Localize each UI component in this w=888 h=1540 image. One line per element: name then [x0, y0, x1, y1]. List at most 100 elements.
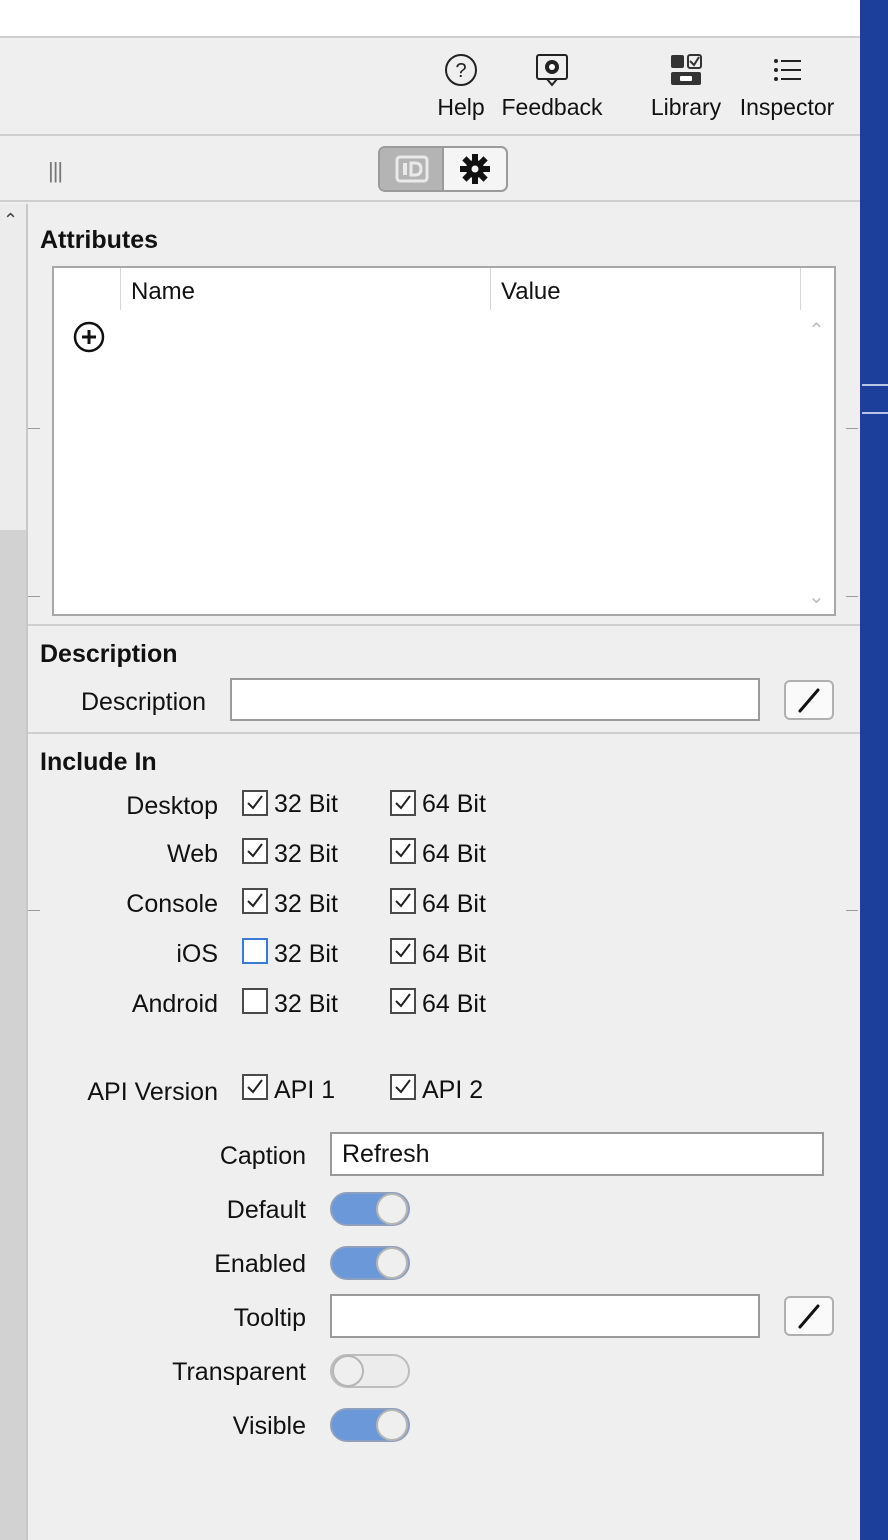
- android-64bit-checkbox[interactable]: [390, 988, 416, 1014]
- desktop-32bit-label: 32 Bit: [274, 790, 338, 818]
- default-label: Default: [226, 1196, 306, 1224]
- description-label: Description: [80, 688, 206, 716]
- chevron-up-icon[interactable]: ⌃: [3, 210, 18, 231]
- console-32bit-label: 32 Bit: [274, 890, 338, 918]
- inspector-label: Inspector: [739, 94, 835, 120]
- feedback-button[interactable]: Feedback: [500, 52, 604, 121]
- ios-32bit-label: 32 Bit: [274, 940, 338, 968]
- api-version-label: API Version: [87, 1078, 218, 1106]
- scroll-up-icon[interactable]: ⌃: [808, 318, 825, 343]
- edge-tick: [846, 428, 858, 429]
- feedback-label: Feedback: [501, 94, 603, 120]
- library-icon: [671, 54, 702, 85]
- desktop-32bit-checkbox[interactable]: [242, 790, 268, 816]
- console-64bit-label: 64 Bit: [422, 890, 486, 918]
- help-button[interactable]: ? Help: [432, 52, 490, 121]
- checkmark-icon: [247, 843, 263, 858]
- id-card-icon: [395, 155, 429, 183]
- checkmark-icon: [395, 993, 411, 1008]
- toolbar: ? Help Feedback Library Inspector: [0, 40, 860, 136]
- inspector-subbar: |||: [0, 138, 860, 202]
- enabled-label: Enabled: [214, 1250, 306, 1278]
- ios-64bit-label: 64 Bit: [422, 940, 486, 968]
- drag-handle[interactable]: |||: [48, 158, 63, 184]
- description-edit-button[interactable]: [784, 680, 834, 720]
- right-edge-line: [862, 384, 888, 386]
- pencil-icon: [798, 1304, 820, 1329]
- android-32bit-checkbox[interactable]: [242, 988, 268, 1014]
- web-64bit-checkbox[interactable]: [390, 838, 416, 864]
- ios-32bit-checkbox[interactable]: [242, 938, 268, 964]
- attributes-heading: Attributes: [40, 226, 159, 254]
- section-divider: [28, 732, 860, 734]
- advanced-tab[interactable]: [444, 148, 506, 190]
- id-tab[interactable]: [380, 148, 444, 190]
- attributes-table[interactable]: Name Value ⌃ ⌄: [52, 266, 836, 616]
- scroll-down-icon[interactable]: ⌄: [808, 584, 825, 609]
- android-64bit-label: 64 Bit: [422, 990, 486, 1018]
- help-icon: ?: [445, 54, 477, 86]
- left-scrollbar-track[interactable]: [0, 530, 26, 1540]
- include-in-heading: Include In: [40, 748, 157, 776]
- section-divider: [28, 624, 860, 626]
- api1-label: API 1: [274, 1076, 336, 1104]
- caption-label: Caption: [219, 1142, 306, 1170]
- toggle-knob: [376, 1247, 408, 1279]
- platform-label-desktop: Desktop: [126, 792, 218, 820]
- right-edge-line: [862, 412, 888, 414]
- visible-label: Visible: [232, 1412, 306, 1440]
- feedback-icon: [536, 54, 568, 87]
- add-attribute-button[interactable]: [72, 320, 106, 359]
- transparent-toggle[interactable]: [330, 1354, 410, 1388]
- checkmark-icon: [395, 943, 411, 958]
- plus-circle-icon: [73, 321, 105, 353]
- enabled-toggle[interactable]: [330, 1246, 410, 1280]
- console-32bit-checkbox[interactable]: [242, 888, 268, 914]
- web-32bit-checkbox[interactable]: [242, 838, 268, 864]
- platform-label-ios: iOS: [176, 940, 218, 968]
- api2-checkbox[interactable]: [390, 1074, 416, 1100]
- edge-tick: [28, 910, 40, 911]
- inspector-button[interactable]: Inspector: [736, 52, 838, 121]
- column-header-value[interactable]: Value: [490, 268, 800, 310]
- api2-label: API 2: [422, 1076, 484, 1104]
- web-32bit-label: 32 Bit: [274, 840, 338, 868]
- library-button[interactable]: Library: [646, 52, 726, 121]
- pencil-icon: [798, 688, 820, 713]
- caption-field[interactable]: Refresh: [330, 1132, 824, 1176]
- platform-label-web: Web: [167, 840, 218, 868]
- title-strip: [0, 0, 860, 38]
- toggle-knob: [332, 1355, 364, 1387]
- console-64bit-checkbox[interactable]: [390, 888, 416, 914]
- inspector-icon: [774, 59, 801, 81]
- tooltip-field[interactable]: [330, 1294, 760, 1338]
- desktop-64bit-checkbox[interactable]: [390, 790, 416, 816]
- android-32bit-label: 32 Bit: [274, 990, 338, 1018]
- tooltip-edit-button[interactable]: [784, 1296, 834, 1336]
- svg-text:?: ?: [455, 60, 466, 82]
- edge-tick: [28, 428, 40, 429]
- column-header-name[interactable]: Name: [120, 268, 492, 310]
- visible-toggle[interactable]: [330, 1408, 410, 1442]
- edge-tick: [846, 596, 858, 597]
- api1-checkbox[interactable]: [242, 1074, 268, 1100]
- toggle-knob: [376, 1193, 408, 1225]
- default-toggle[interactable]: [330, 1192, 410, 1226]
- desktop-64bit-label: 64 Bit: [422, 790, 486, 818]
- checkmark-icon: [247, 795, 263, 810]
- checkmark-icon: [247, 1079, 263, 1094]
- transparent-label: Transparent: [172, 1358, 306, 1386]
- checkmark-icon: [395, 1079, 411, 1094]
- right-window-edge: [860, 0, 888, 1540]
- checkmark-icon: [395, 893, 411, 908]
- checkmark-icon: [247, 893, 263, 908]
- web-64bit-label: 64 Bit: [422, 840, 486, 868]
- toggle-knob: [376, 1409, 408, 1441]
- ios-64bit-checkbox[interactable]: [390, 938, 416, 964]
- platform-label-console: Console: [126, 890, 218, 918]
- platform-label-android: Android: [131, 990, 218, 1018]
- column-header-spacer: [800, 268, 836, 310]
- description-field[interactable]: [230, 678, 760, 721]
- library-label: Library: [650, 94, 722, 120]
- help-label: Help: [437, 94, 485, 120]
